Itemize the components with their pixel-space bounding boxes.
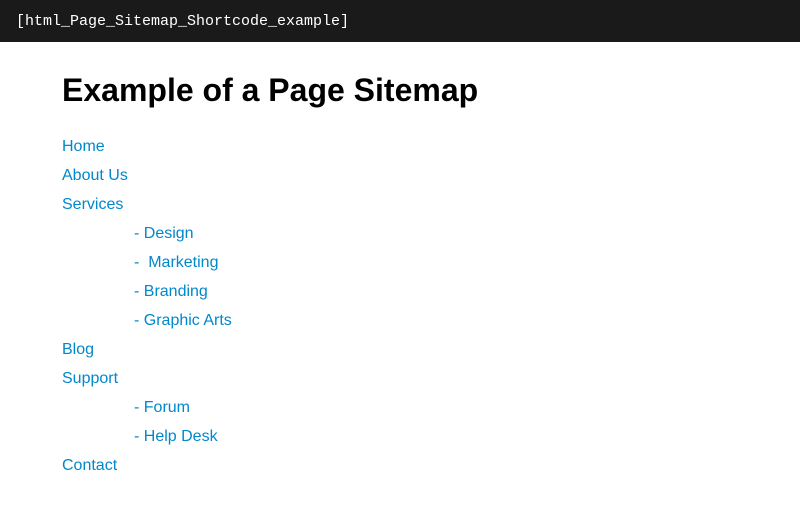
top-bar: [html_Page_Sitemap_Shortcode_example] [0, 0, 800, 42]
sitemap-link-marketing[interactable]: - Marketing [134, 254, 218, 271]
sitemap-sub-support: - Forum - Help Desk [62, 394, 738, 451]
sitemap-link-helpdesk[interactable]: - Help Desk [134, 428, 218, 445]
sitemap-link-forum[interactable]: - Forum [134, 399, 190, 416]
sitemap-link-graphic-arts[interactable]: - Graphic Arts [134, 312, 232, 329]
sitemap-item-support: Support - Forum - Help Desk [62, 365, 738, 451]
main-content: Example of a Page Sitemap Home About Us … [0, 42, 800, 511]
top-bar-text: [html_Page_Sitemap_Shortcode_example] [16, 13, 349, 30]
sitemap-item-design: - Design [134, 220, 738, 248]
sitemap-item-blog: Blog [62, 336, 738, 364]
sitemap-item-contact: Contact [62, 452, 738, 480]
sitemap-link-contact[interactable]: Contact [62, 457, 117, 474]
sitemap-link-support[interactable]: Support [62, 370, 118, 387]
sitemap-link-services[interactable]: Services [62, 196, 123, 213]
sitemap-link-home[interactable]: Home [62, 138, 105, 155]
sitemap-link-about[interactable]: About Us [62, 167, 128, 184]
sitemap-item-graphic-arts: - Graphic Arts [134, 307, 738, 335]
sitemap-item-marketing: - Marketing [134, 249, 738, 277]
sitemap-link-design[interactable]: - Design [134, 225, 194, 242]
page-title: Example of a Page Sitemap [62, 72, 738, 109]
sitemap-item-helpdesk: - Help Desk [134, 423, 738, 451]
sitemap-sub-services: - Design - Marketing - Branding - Graphi… [62, 220, 738, 335]
sitemap-link-blog[interactable]: Blog [62, 341, 94, 358]
sitemap-link-branding[interactable]: - Branding [134, 283, 208, 300]
sitemap-item-services: Services - Design - Marketing - Branding… [62, 191, 738, 335]
sitemap-item-about: About Us [62, 162, 738, 190]
sitemap-list: Home About Us Services - Design - Market… [62, 133, 738, 480]
sitemap-item-branding: - Branding [134, 278, 738, 306]
sitemap-item-home: Home [62, 133, 738, 161]
sitemap-item-forum: - Forum [134, 394, 738, 422]
